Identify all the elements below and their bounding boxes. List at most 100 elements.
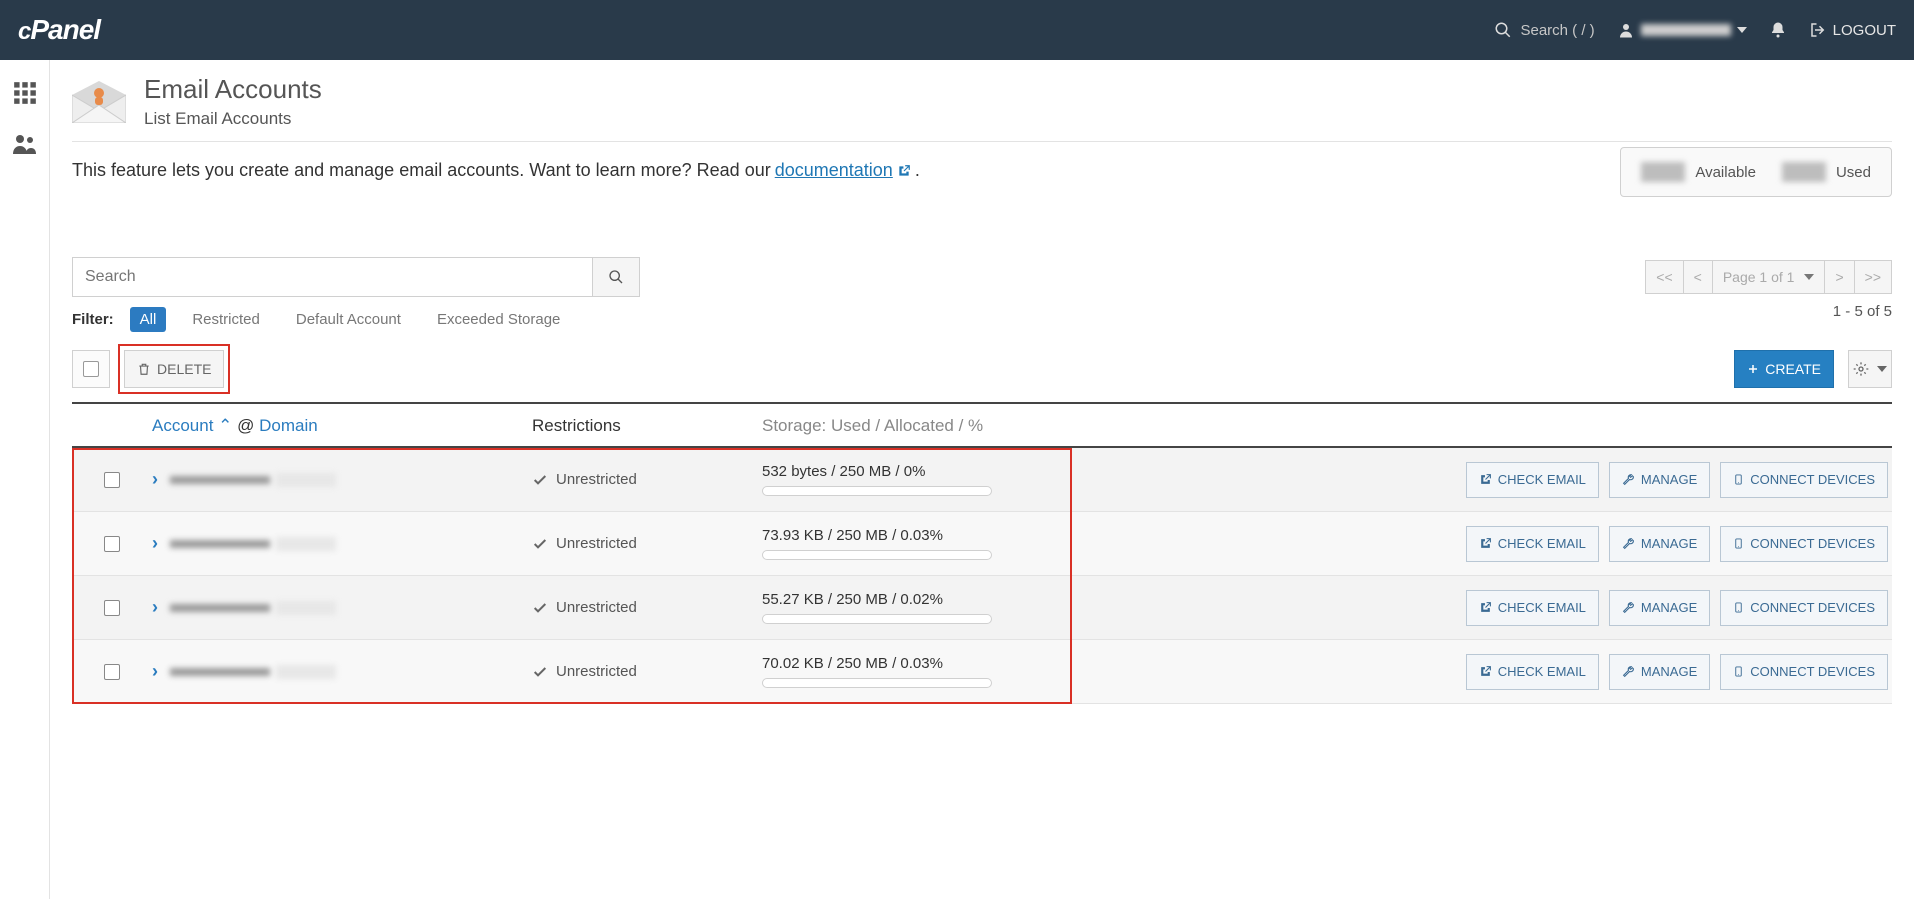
col-account[interactable]: Account ⌃ @ Domain (152, 416, 532, 436)
storage-meter (762, 550, 992, 560)
check-email-button[interactable]: CHECK EMAIL (1466, 526, 1599, 562)
manage-button[interactable]: MANAGE (1609, 654, 1710, 690)
storage-cell: 532 bytes / 250 MB / 0% (762, 463, 1102, 496)
page-subtitle: List Email Accounts (144, 109, 322, 129)
page-prev[interactable]: < (1683, 260, 1713, 294)
connect-devices-button[interactable]: CONNECT DEVICES (1720, 654, 1888, 690)
filter-exceeded[interactable]: Exceeded Storage (427, 307, 570, 332)
used-count-redacted (1782, 162, 1826, 182)
delete-button[interactable]: DELETE (124, 350, 224, 388)
users-icon[interactable] (11, 132, 39, 156)
table-header: Account ⌃ @ Domain Restrictions Storage:… (72, 404, 1892, 448)
check-icon (532, 664, 548, 680)
expand-row-icon[interactable]: › (152, 533, 158, 554)
quota-stats: Available Used (1620, 147, 1892, 197)
page-first[interactable]: << (1645, 260, 1683, 294)
account-redacted (170, 665, 336, 679)
table-row: › Unrestricted 532 bytes / 250 MB / 0% C… (72, 448, 1892, 512)
apps-grid-icon[interactable] (12, 80, 38, 106)
search-button[interactable] (592, 257, 640, 297)
col-storage: Storage: Used / Allocated / % (762, 416, 1102, 436)
row-checkbox[interactable] (104, 664, 120, 680)
email-icon (72, 81, 126, 123)
table-row: › Unrestricted 55.27 KB / 250 MB / 0.02%… (72, 576, 1892, 640)
storage-cell: 55.27 KB / 250 MB / 0.02% (762, 591, 1102, 624)
check-email-button[interactable]: CHECK EMAIL (1466, 654, 1599, 690)
restriction-cell: Unrestricted (532, 471, 762, 488)
global-search[interactable]: Search ( / ) (1494, 21, 1594, 39)
search-input[interactable] (72, 257, 592, 297)
notifications[interactable] (1769, 20, 1787, 40)
connect-devices-button[interactable]: CONNECT DEVICES (1720, 590, 1888, 626)
table-body: › Unrestricted 532 bytes / 250 MB / 0% C… (72, 448, 1892, 704)
search-icon (1494, 21, 1512, 39)
chevron-down-icon (1737, 27, 1747, 33)
page-title: Email Accounts (144, 74, 322, 105)
external-link-icon (897, 164, 911, 178)
restriction-cell: Unrestricted (532, 663, 762, 680)
global-search-placeholder: Search ( / ) (1520, 22, 1594, 39)
user-icon (1617, 21, 1635, 39)
manage-button[interactable]: MANAGE (1609, 462, 1710, 498)
check-email-button[interactable]: CHECK EMAIL (1466, 590, 1599, 626)
documentation-link[interactable]: documentation (775, 160, 893, 181)
open-icon (1479, 601, 1492, 614)
connect-devices-button[interactable]: CONNECT DEVICES (1720, 462, 1888, 498)
storage-meter (762, 614, 992, 624)
top-nav: ccPanelPanel Search ( / ) LOGOUT (0, 0, 1914, 60)
page-header: Email Accounts List Email Accounts (72, 74, 1892, 142)
expand-row-icon[interactable]: › (152, 597, 158, 618)
filter-default[interactable]: Default Account (286, 307, 411, 332)
storage-meter (762, 486, 992, 496)
available-count-redacted (1641, 162, 1685, 182)
open-icon (1479, 537, 1492, 550)
col-restrictions: Restrictions (532, 416, 762, 436)
row-checkbox[interactable] (104, 472, 120, 488)
trash-icon (137, 361, 151, 377)
row-checkbox[interactable] (104, 600, 120, 616)
storage-cell: 73.93 KB / 250 MB / 0.03% (762, 527, 1102, 560)
bell-icon (1769, 20, 1787, 40)
create-button[interactable]: CREATE (1734, 350, 1834, 388)
filter-all[interactable]: All (130, 307, 167, 332)
logout-button[interactable]: LOGOUT (1809, 21, 1896, 39)
account-redacted (170, 537, 336, 551)
select-all-checkbox[interactable] (72, 350, 110, 388)
device-icon (1733, 536, 1744, 551)
expand-row-icon[interactable]: › (152, 661, 158, 682)
table-row: › Unrestricted 73.93 KB / 250 MB / 0.03%… (72, 512, 1892, 576)
check-email-button[interactable]: CHECK EMAIL (1466, 462, 1599, 498)
manage-button[interactable]: MANAGE (1609, 526, 1710, 562)
connect-devices-button[interactable]: CONNECT DEVICES (1720, 526, 1888, 562)
gear-icon (1853, 361, 1869, 377)
wrench-icon (1622, 537, 1635, 550)
device-icon (1733, 600, 1744, 615)
action-bar: DELETE CREATE (72, 350, 1892, 404)
restriction-cell: Unrestricted (532, 599, 762, 616)
table-row: › Unrestricted 70.02 KB / 250 MB / 0.03%… (72, 640, 1892, 704)
check-icon (532, 536, 548, 552)
page-indicator[interactable]: Page 1 of 1 (1712, 260, 1826, 294)
wrench-icon (1622, 601, 1635, 614)
row-checkbox[interactable] (104, 536, 120, 552)
check-icon (532, 472, 548, 488)
filter-restricted[interactable]: Restricted (182, 307, 270, 332)
manage-button[interactable]: MANAGE (1609, 590, 1710, 626)
intro-text: This feature lets you create and manage … (72, 160, 1892, 181)
open-icon (1479, 473, 1492, 486)
user-menu[interactable] (1617, 21, 1747, 39)
main-content: Email Accounts List Email Accounts This … (50, 60, 1914, 899)
search-box (72, 257, 640, 297)
search-icon (608, 269, 624, 285)
restriction-cell: Unrestricted (532, 535, 762, 552)
storage-meter (762, 678, 992, 688)
expand-row-icon[interactable]: › (152, 469, 158, 490)
username-redacted (1641, 24, 1731, 36)
account-redacted (170, 473, 336, 487)
page-last[interactable]: >> (1854, 260, 1892, 294)
page-next[interactable]: > (1824, 260, 1854, 294)
pagination: << < Page 1 of 1 > >> (1646, 260, 1892, 294)
account-redacted (170, 601, 336, 615)
left-sidebar (0, 60, 50, 899)
settings-button[interactable] (1848, 350, 1892, 388)
